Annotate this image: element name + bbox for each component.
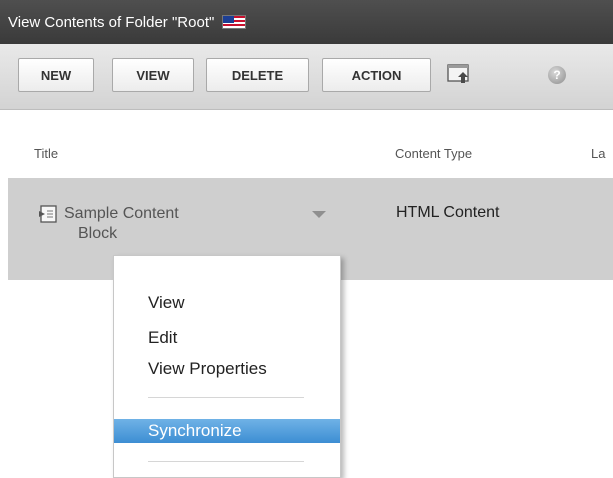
item-title-line-1[interactable]: Sample Content [64,205,179,222]
chevron-down-icon[interactable] [312,211,326,218]
context-menu: View Edit View Properties Synchronize [113,255,341,478]
toolbar: NEW VIEW DELETE ACTION ? [0,44,613,110]
view-button[interactable]: VIEW [112,58,194,92]
content-block-icon [39,205,57,223]
delete-button[interactable]: DELETE [206,58,309,92]
menu-item-edit[interactable]: Edit [114,326,340,350]
menu-item-view[interactable]: View [114,291,340,315]
menu-separator [148,397,304,398]
window-titlebar: View Contents of Folder "Root" [0,0,613,44]
action-button[interactable]: ACTION [322,58,431,92]
menu-separator [148,461,304,462]
menu-item-view-properties[interactable]: View Properties [114,357,340,381]
upload-icon[interactable] [447,64,473,84]
column-header-title[interactable]: Title [34,146,58,161]
new-button[interactable]: NEW [18,58,94,92]
us-flag-icon [222,15,247,29]
column-header-content-type[interactable]: Content Type [395,146,472,161]
menu-item-synchronize[interactable]: Synchronize [114,419,340,443]
item-title[interactable]: Sample Content Block [64,204,244,244]
help-icon[interactable]: ? [548,66,566,84]
window-title: View Contents of Folder "Root" [8,13,215,31]
content-type-cell: HTML Content [396,204,500,221]
item-title-line-2[interactable]: Block [64,224,244,244]
column-header-last-modified[interactable]: La [591,146,605,161]
column-header-row: Title Content Type La [0,110,613,178]
